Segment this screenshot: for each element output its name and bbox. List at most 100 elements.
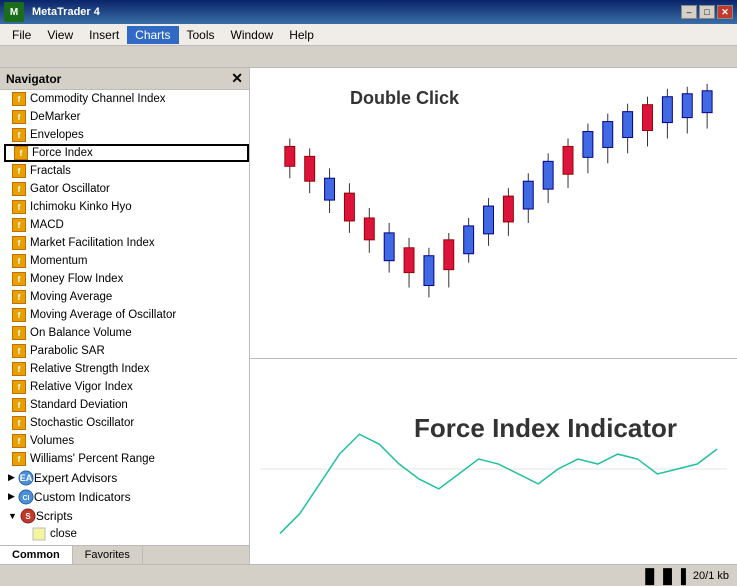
indicator-icon: f (12, 272, 26, 286)
nav-item-label: Money Flow Index (30, 273, 123, 285)
tab-common[interactable]: Common (0, 546, 73, 564)
indicator-icon: f (12, 308, 26, 322)
nav-item-label: Stochastic Oscillator (30, 417, 134, 429)
nav-item-label: Relative Vigor Index (30, 381, 133, 393)
nav-item-mfi-money[interactable]: f Money Flow Index (4, 270, 249, 288)
nav-item-rsi[interactable]: f Relative Strength Index (4, 360, 249, 378)
nav-item-williams[interactable]: f Williams' Percent Range (4, 450, 249, 468)
indicator-icon: f (12, 290, 26, 304)
indicator-icon: f (12, 344, 26, 358)
nav-item-label: Moving Average (30, 291, 112, 303)
nav-item-obv[interactable]: f On Balance Volume (4, 324, 249, 342)
nav-item-close-script[interactable]: close (4, 525, 249, 543)
indicator-icon: f (12, 164, 26, 178)
script-label: close (50, 528, 77, 540)
indicator-icon: f (12, 434, 26, 448)
indicator-icon: f (12, 218, 26, 232)
nav-item-label-selected: Force Index (32, 147, 93, 159)
menu-help[interactable]: Help (281, 26, 322, 44)
svg-text:S: S (25, 512, 31, 521)
nav-item-macd[interactable]: f MACD (4, 216, 249, 234)
indicator-icon: f (12, 380, 26, 394)
menu-view[interactable]: View (39, 26, 81, 44)
status-info: ▐▌▐▌▐ 20/1 kb (640, 568, 729, 584)
title-bar-text: MetaTrader 4 (32, 6, 100, 18)
navigator-scroll[interactable]: f Commodity Channel Index f DeMarker f E… (0, 90, 249, 545)
nav-item-label: MACD (30, 219, 64, 231)
nav-item-label: Envelopes (30, 129, 84, 141)
nav-section-label: Expert Advisors (34, 471, 117, 485)
title-bar-controls[interactable]: – □ ✕ (681, 5, 733, 19)
nav-item-fractals[interactable]: f Fractals (4, 162, 249, 180)
nav-item-label: Volumes (30, 435, 74, 447)
menu-insert[interactable]: Insert (81, 26, 127, 44)
nav-item-rvi[interactable]: f Relative Vigor Index (4, 378, 249, 396)
nav-item-stochastic[interactable]: f Stochastic Oscillator (4, 414, 249, 432)
navigator-content: f Commodity Channel Index f DeMarker f E… (0, 90, 249, 545)
main-layout: Navigator ✕ f Commodity Channel Index f … (0, 68, 737, 564)
nav-item-label: DeMarker (30, 111, 80, 123)
indicator-icon: f (12, 326, 26, 340)
nav-item-label: Ichimoku Kinko Hyo (30, 201, 132, 213)
menu-window[interactable]: Window (223, 26, 282, 44)
navigator-header: Navigator ✕ (0, 68, 249, 90)
menu-tools[interactable]: Tools (179, 26, 223, 44)
status-bars-text: 20/1 kb (693, 570, 729, 582)
menu-bar: File View Insert Charts Tools Window Hel… (0, 24, 737, 46)
nav-item-force-index[interactable]: f Force Index (4, 144, 249, 162)
nav-section-scripts[interactable]: ▼ S Scripts (4, 506, 249, 525)
expand-icon: ▶ (8, 491, 15, 502)
title-bar-left: M MetaTrader 4 (4, 2, 100, 22)
expand-icon: ▶ (8, 472, 15, 483)
nav-item-gator[interactable]: f Gator Oscillator (4, 180, 249, 198)
nav-item-momentum[interactable]: f Momentum (4, 252, 249, 270)
menu-file[interactable]: File (4, 26, 39, 44)
nav-item-label: Moving Average of Oscillator (30, 309, 176, 321)
nav-item-cci[interactable]: f Commodity Channel Index (4, 90, 249, 108)
status-bars-icon: ▐▌▐▌▐ (640, 568, 685, 584)
nav-section-custom[interactable]: ▶ CI Custom Indicators (4, 487, 249, 506)
nav-item-parabolic[interactable]: f Parabolic SAR (4, 342, 249, 360)
close-button[interactable]: ✕ (717, 5, 733, 19)
nav-item-moving-avg[interactable]: f Moving Average (4, 288, 249, 306)
indicator-icon: f (12, 236, 26, 250)
navigator-close-button[interactable]: ✕ (231, 70, 243, 87)
nav-item-label: Momentum (30, 255, 88, 267)
nav-item-moving-avg-osc[interactable]: f Moving Average of Oscillator (4, 306, 249, 324)
chart-divider (250, 358, 737, 359)
force-index-indicator-label: Force Index Indicator (414, 413, 677, 444)
tab-favorites[interactable]: Favorites (73, 546, 143, 564)
nav-item-demarker[interactable]: f DeMarker (4, 108, 249, 126)
indicator-icon: f (12, 416, 26, 430)
svg-text:CI: CI (22, 495, 29, 502)
indicator-icon: f (12, 254, 26, 268)
menu-charts[interactable]: Charts (127, 26, 178, 44)
nav-item-envelopes[interactable]: f Envelopes (4, 126, 249, 144)
nav-item-volumes[interactable]: f Volumes (4, 432, 249, 450)
navigator-panel: Navigator ✕ f Commodity Channel Index f … (0, 68, 250, 564)
svg-text:EA: EA (20, 473, 33, 483)
nav-item-label: Commodity Channel Index (30, 93, 166, 105)
nav-item-mfi-market[interactable]: f Market Facilitation Index (4, 234, 249, 252)
indicator-icon: f (12, 362, 26, 376)
nav-item-label: Market Facilitation Index (30, 237, 155, 249)
nav-item-label: Relative Strength Index (30, 363, 150, 375)
app-icon: M (4, 2, 24, 22)
nav-section-expert[interactable]: ▶ EA Expert Advisors (4, 468, 249, 487)
nav-item-std-dev[interactable]: f Standard Deviation (4, 396, 249, 414)
indicator-icon: f (12, 398, 26, 412)
title-bar: M MetaTrader 4 – □ ✕ (0, 0, 737, 24)
nav-item-label: On Balance Volume (30, 327, 132, 339)
nav-item-ichimoku[interactable]: f Ichimoku Kinko Hyo (4, 198, 249, 216)
nav-item-label: Parabolic SAR (30, 345, 105, 357)
force-index-chart (260, 384, 727, 554)
maximize-button[interactable]: □ (699, 5, 715, 19)
nav-item-label: Standard Deviation (30, 399, 128, 411)
indicator-icon: f (12, 200, 26, 214)
navigator-title: Navigator (6, 72, 61, 86)
toolbar (0, 46, 737, 68)
expert-advisors-icon: EA (18, 470, 34, 486)
nav-item-label: Williams' Percent Range (30, 453, 155, 465)
minimize-button[interactable]: – (681, 5, 697, 19)
indicator-icon: f (12, 182, 26, 196)
